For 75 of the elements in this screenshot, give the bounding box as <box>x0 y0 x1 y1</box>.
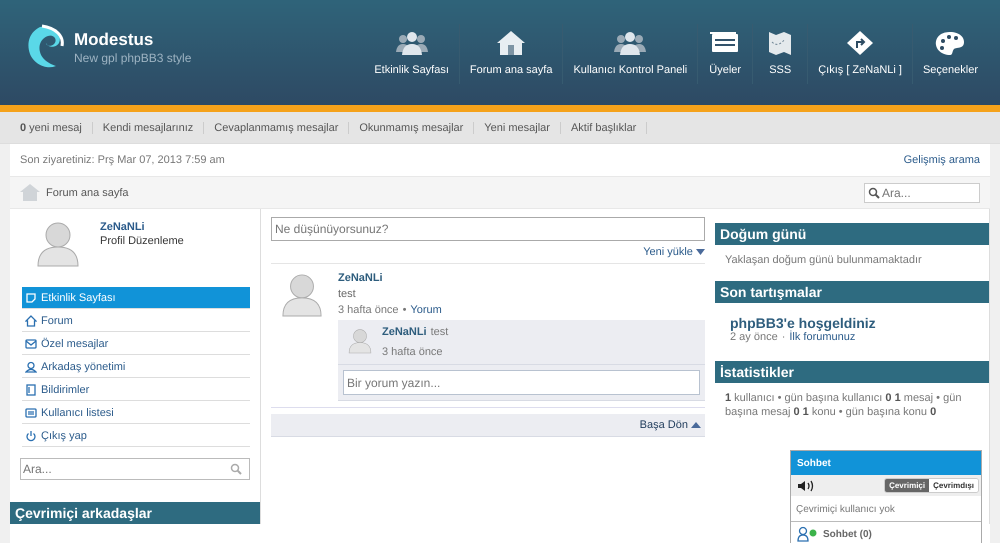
quick-link[interactable]: 0 yeni mesaj <box>10 122 93 134</box>
card-icon <box>25 406 37 418</box>
chat-title: Sohbet <box>797 458 831 468</box>
comment-author[interactable]: ZeNaNLi <box>382 326 427 338</box>
caret-icon <box>696 249 705 255</box>
last-visit-text: Son ziyaretiniz: Prş Mar 07, 2013 7:59 am <box>20 154 225 166</box>
post-time: 3 hafta önce <box>338 304 399 316</box>
quick-link[interactable]: Yeni mesajlar <box>474 122 561 134</box>
search-field[interactable]: Ara... <box>864 182 980 202</box>
nav-link[interactable]: Üyeler <box>697 24 752 84</box>
quick-link[interactable]: Kendi mesajlarınız <box>92 122 204 134</box>
section-heading: Son tartışmalar <box>715 281 989 303</box>
note-icon <box>25 292 37 304</box>
sidebar-item[interactable]: Arkadaş yönetimi <box>22 356 250 378</box>
caret-icon <box>691 422 701 428</box>
birthday-text: Yaklaşan doğum günü bulunmamaktadır <box>725 253 923 267</box>
home-icon <box>25 314 37 326</box>
topic-link[interactable]: phpBB3'e hoşgeldiniz <box>730 315 974 331</box>
post-author[interactable]: ZeNaNLi <box>338 272 383 284</box>
section-heading: İstatistikler <box>715 361 989 383</box>
status-tab[interactable]: Çevrimdışı <box>929 479 978 492</box>
sidebar-item[interactable]: Çıkış yap <box>22 425 250 447</box>
quick-link[interactable]: Aktif başlıklar <box>560 122 648 134</box>
avatar-icon <box>281 272 323 318</box>
nav-link[interactable]: Etkinlik Sayfası <box>364 24 459 84</box>
avatar-icon <box>36 221 80 267</box>
envelope-icon <box>25 338 37 350</box>
back-to-top-link[interactable]: Başa Dön <box>640 419 701 431</box>
comment-link[interactable]: Yorum <box>410 304 442 316</box>
chat-empty-text: Çevrimiçi kullanıcı yok <box>796 504 895 515</box>
power-icon <box>25 430 37 442</box>
sidebar-item[interactable]: Özel mesajlar <box>22 333 250 355</box>
user-online-icon <box>797 526 819 542</box>
site-title: Modestus <box>74 30 154 50</box>
nav-link[interactable]: Çıkış [ ZeNaNLi ] <box>807 24 912 84</box>
nav-link[interactable]: Seçenekler <box>912 24 988 84</box>
username: ZeNaNLi <box>100 221 145 233</box>
comment-field[interactable]: Bir yorum yazın... <box>343 370 700 395</box>
comment-time: 3 hafta önce <box>382 346 444 358</box>
separator-dot: · <box>782 331 786 343</box>
sidebar-item[interactable]: Bildirimler <box>22 379 250 401</box>
quick-link[interactable]: Okunmamış mesajlar <box>349 122 474 134</box>
nav-link[interactable]: SSS <box>752 24 808 84</box>
people-icon <box>394 30 429 56</box>
advanced-search-link[interactable]: Gelişmiş arama <box>904 154 980 166</box>
sidebar-item[interactable]: Forum <box>22 310 250 332</box>
avatar-icon <box>348 326 372 356</box>
speaker-icon[interactable] <box>797 480 815 492</box>
quick-link[interactable]: Cevaplanmamış mesajlar <box>204 122 350 134</box>
home-icon <box>20 184 40 201</box>
people-icon <box>613 30 648 56</box>
comment-text: test <box>430 326 448 338</box>
post-text: test <box>338 288 356 300</box>
person-icon <box>25 360 37 372</box>
nav-link[interactable]: Forum ana sayfa <box>458 24 562 84</box>
status-tab[interactable]: Çevrimiçi <box>885 479 930 492</box>
profile-edit-link[interactable]: Profil Düzenleme <box>100 235 184 247</box>
sidebar-item[interactable]: Kullanıcı listesi <box>22 402 250 424</box>
statistics-text: 1 kullanıcı • gün başına kullanıcı 0 1 mesaj • gün başına mesaj 0 1 konu • gün başına konu 0 <box>725 391 962 419</box>
section-heading: Çevrimiçi arkadaşlar <box>10 502 260 524</box>
topic-time: 2 ay önce <box>730 331 778 343</box>
chat-toggle[interactable]: Sohbet (0) <box>823 528 872 540</box>
search-field[interactable]: Ara... <box>20 458 250 480</box>
breadcrumb-link[interactable]: Forum ana sayfa <box>46 186 129 198</box>
status-field[interactable]: Ne düşünüyorsunuz? <box>271 217 705 241</box>
site-tagline: New gpl phpBB3 style <box>74 50 192 64</box>
load-new-link[interactable]: Yeni yükle <box>643 246 705 258</box>
separator-dot: • <box>402 304 406 316</box>
section-heading: Doğum günü <box>715 223 989 245</box>
nav-link[interactable]: Kullanıcı Kontrol Paneli <box>562 24 698 84</box>
forum-link[interactable]: İlk forumunuz <box>789 331 856 343</box>
document-icon <box>25 384 37 396</box>
search-icon <box>230 463 242 475</box>
search-icon <box>868 186 880 198</box>
logo-icon <box>26 24 66 70</box>
